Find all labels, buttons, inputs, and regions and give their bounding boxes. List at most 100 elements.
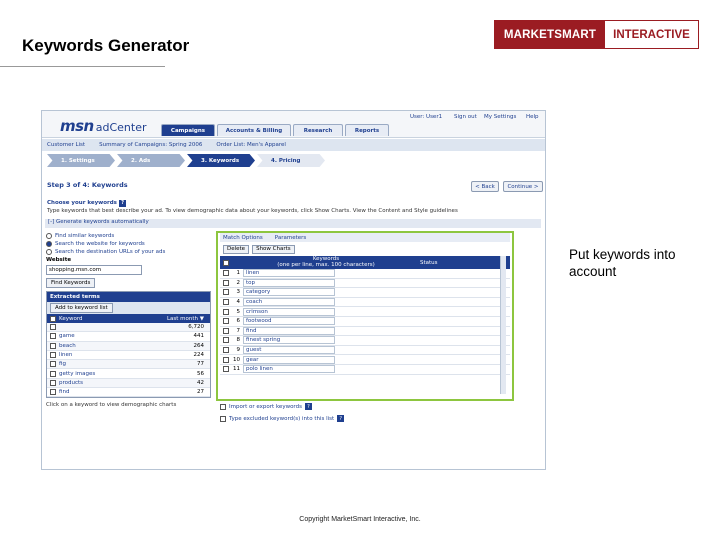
extracted-keyword[interactable]: beach — [59, 343, 131, 349]
keyword-list-highlight — [216, 231, 514, 401]
extracted-term-row[interactable]: 6,720 — [47, 323, 210, 333]
brand-adcenter: adCenter — [95, 121, 147, 134]
col-keyword[interactable]: Keyword — [59, 316, 131, 322]
extracted-term-row[interactable]: game 441 — [47, 332, 210, 342]
extracted-term-row[interactable]: linen 224 — [47, 351, 210, 361]
tab-reports[interactable]: Reports — [345, 124, 389, 136]
col-last-month[interactable]: Last month ▼ — [131, 316, 210, 322]
row-checkbox[interactable] — [50, 333, 56, 340]
generate-keywords-toggle[interactable]: [-] Generate keywords automatically — [45, 219, 541, 228]
radio-label: Search the website for keywords — [55, 241, 145, 247]
extracted-terms-title: Extracted terms — [47, 292, 210, 302]
import-export-link[interactable]: Import or export keywords — [229, 404, 302, 410]
row-checkbox[interactable] — [50, 389, 56, 396]
extracted-table-body: 6,720 game 441 beach 264 linen 224 fig 77 getty i… — [47, 323, 210, 398]
sort-down-icon: ▼ — [199, 315, 204, 322]
row-checkbox[interactable] — [50, 342, 56, 349]
demographic-hint: Click on a keyword to view demographic c… — [46, 402, 177, 409]
choose-keywords-heading: Choose your keywords ? — [47, 199, 127, 207]
add-to-keyword-list-button[interactable]: Add to keyword list — [50, 303, 113, 313]
row-checkbox[interactable] — [50, 370, 56, 377]
col-last-month-label: Last month — [166, 315, 199, 322]
callout-text: Put keywords into account — [569, 247, 676, 279]
excluded-keywords-link[interactable]: Type excluded keyword(s) into this list — [229, 416, 334, 422]
marketsmart-logo: MARKETSMART INTERACTIVE — [494, 20, 699, 49]
extracted-term-row[interactable]: products 42 — [47, 378, 210, 389]
last-month-count: 27 — [197, 389, 204, 396]
step-keywords[interactable]: 3. Keywords — [187, 154, 255, 167]
expand-exclude-icon[interactable] — [220, 415, 226, 422]
help-icon[interactable]: ? — [119, 199, 127, 207]
breadcrumb-order-list[interactable]: Order List: Men's Apparel — [216, 142, 286, 148]
back-button[interactable]: < Back — [471, 181, 499, 192]
extracted-keyword[interactable]: getty images — [59, 371, 131, 377]
radio-search-destination[interactable]: Search the destination URLs of your ads — [46, 249, 216, 255]
row-checkbox[interactable] — [50, 379, 56, 386]
extracted-term-row[interactable]: beach 264 — [47, 341, 210, 351]
extracted-keyword[interactable]: linen — [59, 352, 131, 358]
select-all-checkbox[interactable] — [50, 315, 56, 322]
breadcrumb-customer-list[interactable]: Customer List — [47, 142, 85, 148]
tab-accounts-billing[interactable]: Accounts & Billing — [217, 124, 291, 136]
help-link[interactable]: Help — [526, 114, 539, 120]
extracted-term-row[interactable]: getty images 56 — [47, 369, 210, 379]
extracted-keyword[interactable]: find — [59, 389, 131, 395]
extracted-terms-box: Extracted terms Add to keyword list Keyw… — [46, 291, 211, 399]
last-month-count: 77 — [197, 361, 204, 368]
last-month-count: 264 — [193, 342, 205, 349]
last-month-count: 6,720 — [188, 324, 204, 331]
row-checkbox[interactable] — [50, 352, 56, 359]
tab-campaigns[interactable]: Campaigns — [161, 124, 215, 136]
radio-icon[interactable] — [46, 241, 52, 247]
extracted-keyword[interactable]: fig — [59, 361, 131, 367]
website-input[interactable]: shopping.msn.com — [46, 265, 142, 275]
help-icon[interactable]: ? — [337, 415, 345, 422]
help-icon[interactable]: ? — [304, 403, 312, 410]
step-settings[interactable]: 1. Settings — [47, 154, 115, 167]
choose-keywords-description: Type keywords that best describe your ad… — [47, 208, 458, 214]
last-month-count: 441 — [193, 333, 205, 340]
last-month-count: 224 — [193, 352, 205, 359]
logo-left-text: MARKETSMART — [495, 21, 605, 48]
title-divider — [0, 66, 165, 67]
extracted-keyword[interactable]: products — [59, 380, 131, 386]
extracted-keyword[interactable]: game — [59, 333, 131, 339]
logo-right-text: INTERACTIVE — [605, 21, 698, 48]
msn-adcenter-logo: msn adCenter — [60, 117, 147, 135]
wizard-steps: 1. Settings 2. Ads 3. Keywords 4. Pricin… — [47, 154, 537, 167]
step-pricing: 4. Pricing — [257, 154, 325, 167]
keyword-list-links: Import or export keywords? Type excluded… — [220, 403, 345, 427]
breadcrumb: Customer List Summary of Campaigns: Spri… — [42, 139, 545, 151]
continue-button[interactable]: Continue > — [503, 181, 543, 192]
extracted-term-row[interactable]: fig 77 — [47, 360, 210, 370]
find-keywords-button[interactable]: Find Keywords — [46, 278, 96, 288]
user-label: User: User1 — [410, 114, 443, 120]
expand-import-icon[interactable] — [220, 403, 226, 410]
last-month-count: 56 — [197, 370, 204, 377]
step-title: Step 3 of 4: Keywords — [47, 181, 128, 189]
website-label: Website — [46, 257, 72, 263]
tab-research[interactable]: Research — [293, 124, 343, 136]
radio-icon[interactable] — [46, 249, 52, 255]
row-checkbox[interactable] — [50, 324, 56, 331]
exclude-row: Type excluded keyword(s) into this list? — [220, 415, 345, 422]
choose-title: Choose your keywords — [47, 200, 117, 206]
extracted-table-header: Keyword Last month ▼ — [47, 314, 210, 323]
radio-search-website[interactable]: Search the website for keywords — [46, 241, 216, 247]
row-checkbox[interactable] — [50, 361, 56, 368]
step-ads[interactable]: 2. Ads — [117, 154, 185, 167]
radio-label: Find similar keywords — [55, 233, 115, 239]
my-settings-link[interactable]: My Settings — [484, 114, 516, 120]
radio-label: Search the destination URLs of your ads — [55, 249, 166, 255]
radio-similar-keywords[interactable]: Find similar keywords — [46, 233, 216, 239]
copyright-footer: Copyright MarketSmart Interactive, Inc. — [299, 516, 421, 523]
last-month-count: 42 — [197, 379, 204, 386]
extracted-term-row[interactable]: find 27 — [47, 388, 210, 398]
radio-icon[interactable] — [46, 233, 52, 239]
slide-title: Keywords Generator — [22, 36, 190, 55]
extracted-toolbar: Add to keyword list — [47, 302, 210, 314]
adcenter-header: msn adCenter Campaigns Accounts & Billin… — [42, 111, 545, 138]
breadcrumb-summary[interactable]: Summary of Campaigns: Spring 2006 — [99, 142, 202, 148]
sign-out-link[interactable]: Sign out — [454, 114, 477, 120]
brand-msn: msn — [60, 117, 94, 135]
